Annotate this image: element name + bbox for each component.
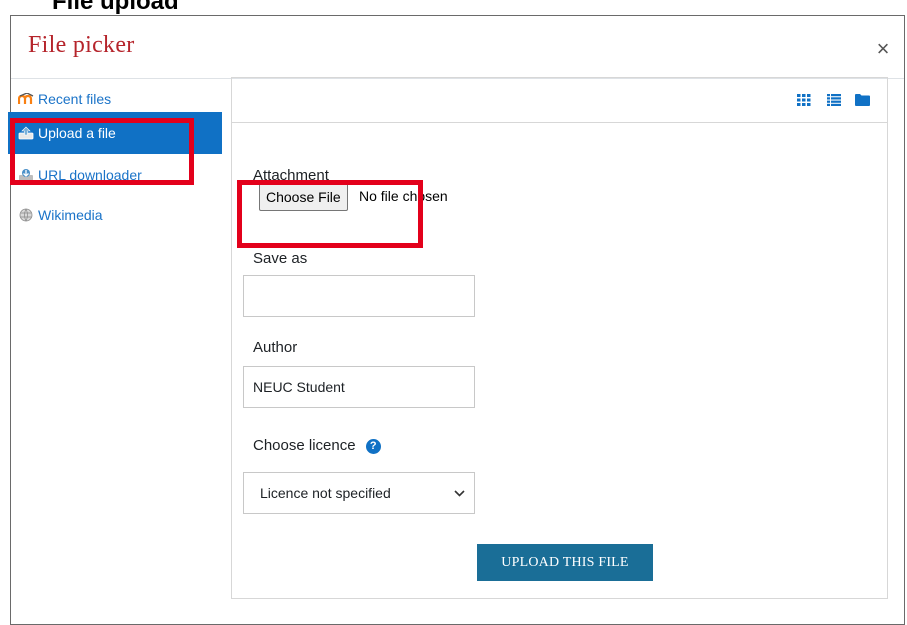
sidebar-item-label: Wikimedia [38,207,103,223]
save-as-input[interactable] [243,275,475,317]
sidebar-item-label: URL downloader [38,167,142,183]
save-as-label: Save as [253,250,308,267]
upload-panel: Attachment Choose File No file chosen Sa… [231,77,888,599]
licence-select[interactable]: Licence not specified [243,472,475,514]
list-view-icon [827,94,841,106]
no-file-chosen-text: No file chosen [359,188,448,204]
close-icon: × [876,36,890,61]
view-toolbar [232,78,887,123]
list-view-button[interactable] [823,89,845,111]
close-button[interactable]: × [872,38,894,60]
folder-view-button[interactable] [851,89,873,111]
sidebar-item-upload-a-file[interactable]: Upload a file [8,112,222,154]
grid-view-button[interactable] [793,89,815,111]
sidebar-item-label: Recent files [38,91,112,107]
folder-view-icon [854,94,870,106]
sidebar-item-recent-files[interactable]: Recent files [8,86,222,112]
licence-selected-value: Licence not specified [260,485,391,501]
moodle-logo-icon [18,92,34,106]
grid-view-icon [797,94,811,106]
wikimedia-icon [18,208,34,222]
chevron-down-icon [454,489,465,497]
choose-licence-text: Choose licence [253,437,356,454]
repository-sidebar: Recent files Upload a file URL downloade… [8,86,222,234]
help-icon[interactable]: ? [365,438,381,454]
upload-icon [18,126,34,140]
upload-this-file-button[interactable]: UPLOAD THIS FILE [477,544,653,581]
author-label: Author [253,339,298,356]
dialog-header: File picker × [11,16,904,79]
sidebar-item-label: Upload a file [38,125,116,141]
choose-licence-label: Choose licence ? [253,437,381,454]
author-input[interactable] [243,366,475,408]
choose-file-button[interactable]: Choose File [259,183,348,211]
page-heading-cropped: File upload [52,0,179,15]
sidebar-item-wikimedia[interactable]: Wikimedia [8,196,222,234]
dialog-title: File picker [28,32,135,58]
attachment-label: Attachment [253,167,329,184]
url-downloader-icon [18,168,34,182]
sidebar-item-url-downloader[interactable]: URL downloader [8,154,222,196]
